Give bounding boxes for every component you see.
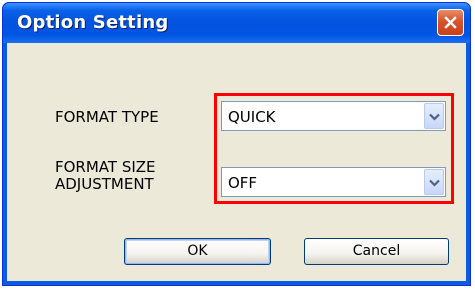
format-size-adjustment-dropdown-button[interactable] xyxy=(424,169,444,195)
format-type-select[interactable]: QUICK xyxy=(221,101,446,131)
format-size-adjustment-value: OFF xyxy=(228,174,258,192)
format-size-adjustment-select[interactable]: OFF xyxy=(221,167,446,197)
option-setting-dialog: Option Setting FORMAT TYPE FORMAT SIZE A… xyxy=(2,2,471,286)
close-icon xyxy=(444,16,457,29)
cancel-button[interactable]: Cancel xyxy=(304,238,449,265)
chevron-down-icon xyxy=(429,113,440,121)
format-type-label: FORMAT TYPE xyxy=(55,108,159,126)
format-type-value: QUICK xyxy=(228,108,276,126)
format-size-adjustment-label: FORMAT SIZE ADJUSTMENT xyxy=(55,158,156,193)
close-button[interactable] xyxy=(437,9,464,36)
chevron-down-icon xyxy=(429,179,440,187)
ok-button[interactable]: OK xyxy=(124,238,271,265)
dialog-body: FORMAT TYPE FORMAT SIZE ADJUSTMENT QUICK… xyxy=(7,43,466,281)
dialog-title: Option Setting xyxy=(17,12,169,33)
format-type-dropdown-button[interactable] xyxy=(424,103,444,129)
title-bar[interactable]: Option Setting xyxy=(3,3,470,43)
